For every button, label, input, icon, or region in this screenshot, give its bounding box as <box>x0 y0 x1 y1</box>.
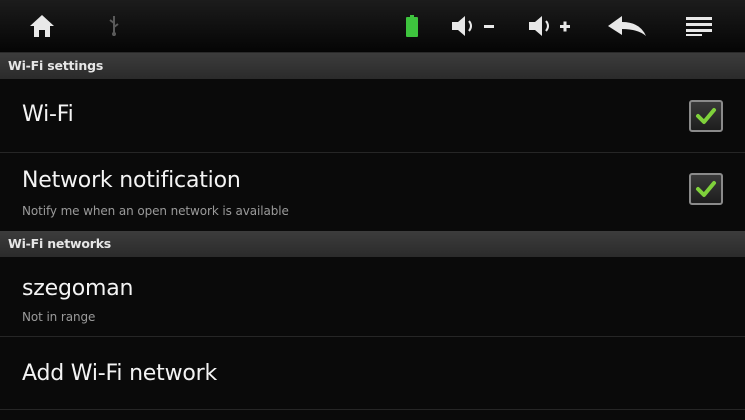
section-header-wifi-settings: Wi-Fi settings <box>0 53 745 79</box>
system-bar <box>0 0 745 53</box>
network-row-szegoman[interactable]: szegoman Not in range <box>0 257 745 337</box>
add-wifi-network-row[interactable]: Add Wi-Fi network <box>0 337 745 410</box>
wifi-title: Wi-Fi <box>22 102 74 127</box>
usb-icon <box>104 14 124 38</box>
network-notification-row[interactable]: Network notification Notify me when an o… <box>0 153 745 231</box>
wifi-toggle-row[interactable]: Wi-Fi <box>0 79 745 153</box>
volume-down-icon[interactable] <box>448 12 500 40</box>
network-notification-subtitle: Notify me when an open network is availa… <box>22 204 289 218</box>
check-icon <box>696 108 716 124</box>
network-notification-title: Network notification <box>22 168 241 193</box>
add-wifi-network-title: Add Wi-Fi network <box>22 361 218 386</box>
home-icon[interactable] <box>26 12 58 40</box>
menu-icon[interactable] <box>682 14 716 38</box>
volume-up-icon[interactable] <box>525 12 577 40</box>
back-icon[interactable] <box>604 12 650 40</box>
network-name: szegoman <box>22 276 134 301</box>
wifi-checkbox[interactable] <box>689 100 723 132</box>
battery-icon <box>405 13 419 39</box>
section-header-wifi-networks: Wi-Fi networks <box>0 231 745 257</box>
check-icon <box>696 181 716 197</box>
network-status: Not in range <box>22 310 96 324</box>
network-notification-checkbox[interactable] <box>689 173 723 205</box>
